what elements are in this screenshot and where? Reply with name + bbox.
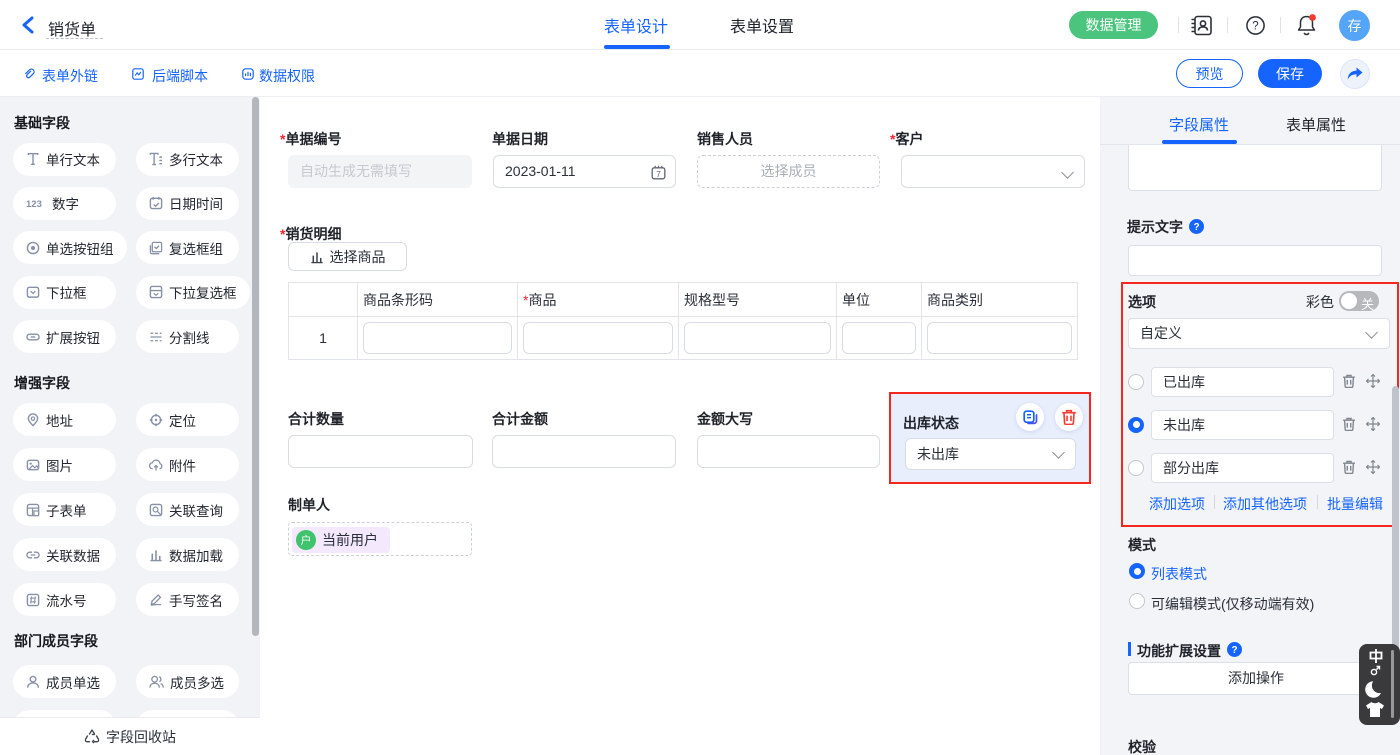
svg-text:123: 123: [26, 199, 42, 210]
svg-text:?: ?: [1231, 645, 1237, 656]
svg-text:?: ?: [1193, 222, 1199, 233]
svg-text:7: 7: [656, 169, 661, 179]
svg-text:?: ?: [1252, 21, 1258, 33]
